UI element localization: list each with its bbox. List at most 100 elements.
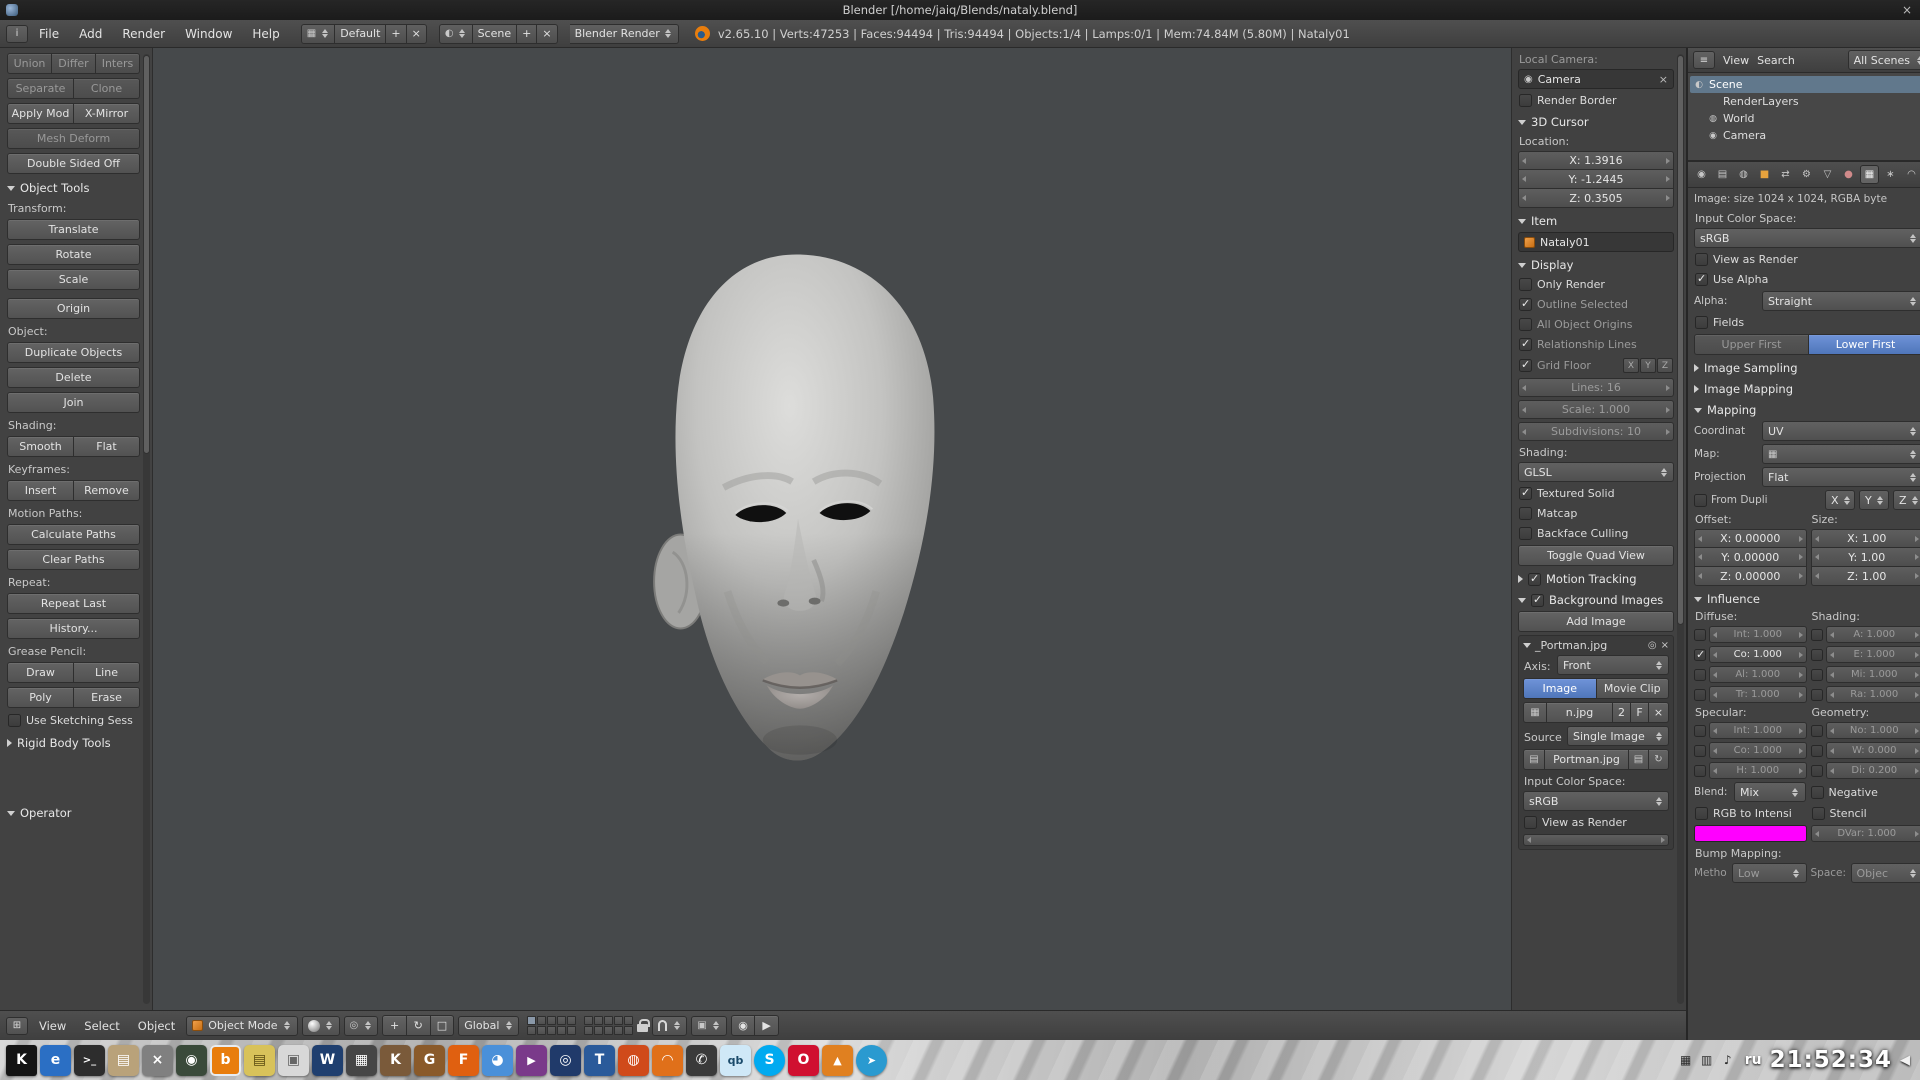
engine-dropdown[interactable]: Blender Render xyxy=(570,24,679,44)
tray-keyboard-icon[interactable]: ▦ xyxy=(1677,1051,1695,1069)
rigid-body-tools-panel-header[interactable]: Rigid Body Tools xyxy=(7,733,140,751)
dvar-slider[interactable]: DVar: 1.000 xyxy=(1811,825,1920,842)
cursor-panel-header[interactable]: 3D Cursor xyxy=(1518,112,1674,130)
apply-modifier-button[interactable]: Apply Mod xyxy=(7,103,74,124)
taskbar-icon-qbittorrent[interactable]: qb xyxy=(720,1045,751,1076)
outliner-view-menu[interactable]: View xyxy=(1723,54,1749,67)
taskbar-icon-utilities[interactable]: × xyxy=(142,1045,173,1076)
cursor-y-slider[interactable]: Y: -1.2445 xyxy=(1518,170,1674,189)
geometry-warp-checkbox[interactable] xyxy=(1811,745,1823,757)
stencil-checkbox[interactable] xyxy=(1812,807,1825,820)
influence-panel-header[interactable]: Influence xyxy=(1694,589,1920,607)
taskbar-icon-messenger[interactable]: ✆ xyxy=(686,1045,717,1076)
intersect-button[interactable]: Inters xyxy=(96,53,140,74)
background-image-header[interactable]: _Portman.jpg ◎ × xyxy=(1523,639,1669,652)
taskbar-icon-opera[interactable]: O xyxy=(788,1045,819,1076)
panel-hide-arrow-icon[interactable]: ◀ xyxy=(1900,1053,1910,1068)
grid-z-toggle[interactable]: Z xyxy=(1657,358,1673,373)
taskbar-icon-vlc[interactable]: ▲ xyxy=(822,1045,853,1076)
gp-poly-button[interactable]: Poly xyxy=(7,687,74,708)
taskbar-icon-file-manager[interactable]: ▤ xyxy=(108,1045,139,1076)
geometry-displace-checkbox[interactable] xyxy=(1811,765,1823,777)
props-view-as-render-checkbox[interactable] xyxy=(1695,253,1708,266)
shading-raymirror-slider[interactable]: Ra: 1.000 xyxy=(1826,686,1920,703)
editor-type-outliner-icon[interactable]: ≡ xyxy=(1693,51,1715,69)
menu-render[interactable]: Render xyxy=(113,24,174,44)
snap-element-dropdown[interactable]: ▣ xyxy=(691,1016,726,1036)
textured-solid-checkbox[interactable] xyxy=(1519,487,1532,500)
scene-name[interactable]: Scene xyxy=(473,24,518,44)
outliner-item-scene[interactable]: ◐ Scene xyxy=(1690,76,1920,93)
taskbar-icon-terminal[interactable]: >_ xyxy=(74,1045,105,1076)
grid-scale-slider[interactable]: Scale: 1.000 xyxy=(1518,400,1674,419)
shading-ambient-slider[interactable]: A: 1.000 xyxy=(1826,626,1920,643)
taskbar-icon-thunderbird[interactable]: T xyxy=(584,1045,615,1076)
use-sketching-checkbox[interactable] xyxy=(8,714,21,727)
render-animation-icon[interactable]: ▶ xyxy=(755,1015,779,1036)
taskbar-icon-firefox[interactable]: F xyxy=(448,1045,479,1076)
offset-x-slider[interactable]: X: 0.00000 xyxy=(1694,529,1807,548)
size-z-slider[interactable]: Z: 1.00 xyxy=(1811,567,1920,586)
diffuse-intensity-checkbox[interactable] xyxy=(1694,629,1706,641)
taskbar-icon-launcher[interactable]: K xyxy=(6,1045,37,1076)
backface-culling-row[interactable]: Backface Culling xyxy=(1518,525,1674,542)
shade-smooth-button[interactable]: Smooth xyxy=(7,436,74,457)
tab-render[interactable]: ◉ xyxy=(1692,165,1711,184)
toolshelf-scrollbar[interactable] xyxy=(143,54,150,1004)
taskbar-icon-telegram[interactable]: ➤ xyxy=(856,1045,887,1076)
taskbar-icon-paint[interactable]: G xyxy=(414,1045,445,1076)
taskbar-icon-photos[interactable]: ▦ xyxy=(346,1045,377,1076)
taskbar-clock[interactable]: 21:52:34 xyxy=(1770,1047,1892,1073)
geometry-displace-slider[interactable]: Di: 0.200 xyxy=(1826,762,1920,779)
render-border-checkbox[interactable] xyxy=(1519,94,1532,107)
texture-color-swatch[interactable] xyxy=(1694,825,1807,842)
only-render-row[interactable]: Only Render xyxy=(1518,276,1674,293)
outliner-display-mode-dropdown[interactable]: All Scenes xyxy=(1848,50,1920,70)
image-mapping-panel-header[interactable]: Image Mapping xyxy=(1694,379,1920,397)
view-as-render-row[interactable]: View as Render xyxy=(1523,814,1669,831)
diffuse-color-checkbox[interactable] xyxy=(1694,649,1706,661)
file-icon-button[interactable]: ▤ xyxy=(1523,749,1545,770)
object-name-field[interactable]: Nataly01 xyxy=(1518,232,1674,252)
size-y-slider[interactable]: Y: 1.00 xyxy=(1811,548,1920,567)
coordinates-dropdown[interactable]: UV xyxy=(1762,421,1920,441)
view-menu[interactable]: View xyxy=(32,1016,73,1036)
offset-y-slider[interactable]: Y: 0.00000 xyxy=(1694,548,1807,567)
menu-file[interactable]: File xyxy=(30,24,68,44)
source-dropdown[interactable]: Single Image xyxy=(1567,726,1669,746)
relationship-lines-checkbox[interactable] xyxy=(1519,338,1532,351)
reload-file-button[interactable]: ↻ xyxy=(1649,749,1669,770)
menu-window[interactable]: Window xyxy=(176,24,241,44)
tab-object-data[interactable]: ▽ xyxy=(1818,165,1837,184)
taskbar-icon-browser[interactable]: e xyxy=(40,1045,71,1076)
fields-checkbox[interactable] xyxy=(1695,316,1708,329)
difference-button[interactable]: Differ xyxy=(52,53,96,74)
rgb-to-intensity-checkbox[interactable] xyxy=(1695,807,1708,820)
specular-intensity-checkbox[interactable] xyxy=(1694,725,1706,737)
image-datablock-name[interactable]: n.jpg xyxy=(1547,702,1613,723)
matcap-row[interactable]: Matcap xyxy=(1518,505,1674,522)
tab-particles[interactable]: ∗ xyxy=(1881,165,1900,184)
offset-z-slider[interactable]: Z: 0.00000 xyxy=(1694,567,1807,586)
textured-solid-row[interactable]: Textured Solid xyxy=(1518,485,1674,502)
layout-browse-button[interactable]: ▦ xyxy=(301,24,335,44)
shading-mirror-checkbox[interactable] xyxy=(1811,669,1823,681)
layers-grid-right[interactable] xyxy=(584,1016,633,1035)
image-users-button[interactable]: 2 xyxy=(1613,702,1631,723)
diffuse-translucency-slider[interactable]: Tr: 1.000 xyxy=(1709,686,1807,703)
outliner-item-world[interactable]: ◍ World xyxy=(1704,110,1920,127)
specular-hardness-checkbox[interactable] xyxy=(1694,765,1706,777)
negative-row[interactable]: Negative xyxy=(1810,782,1920,802)
tab-modifiers[interactable]: ⚙ xyxy=(1797,165,1816,184)
separate-button[interactable]: Separate xyxy=(7,78,74,99)
shading-mirror-slider[interactable]: Mi: 1.000 xyxy=(1826,666,1920,683)
clear-camera-icon[interactable]: × xyxy=(1659,73,1668,86)
outliner-search-menu[interactable]: Search xyxy=(1757,54,1795,67)
taskbar-icon-downloader[interactable]: ◍ xyxy=(618,1045,649,1076)
history-button[interactable]: History... xyxy=(7,618,140,639)
backface-culling-checkbox[interactable] xyxy=(1519,527,1532,540)
diffuse-translucency-checkbox[interactable] xyxy=(1694,689,1706,701)
taskbar-icon-krita[interactable]: K xyxy=(380,1045,411,1076)
scene-add-button[interactable]: + xyxy=(517,24,537,44)
shading-ambient-checkbox[interactable] xyxy=(1811,629,1823,641)
